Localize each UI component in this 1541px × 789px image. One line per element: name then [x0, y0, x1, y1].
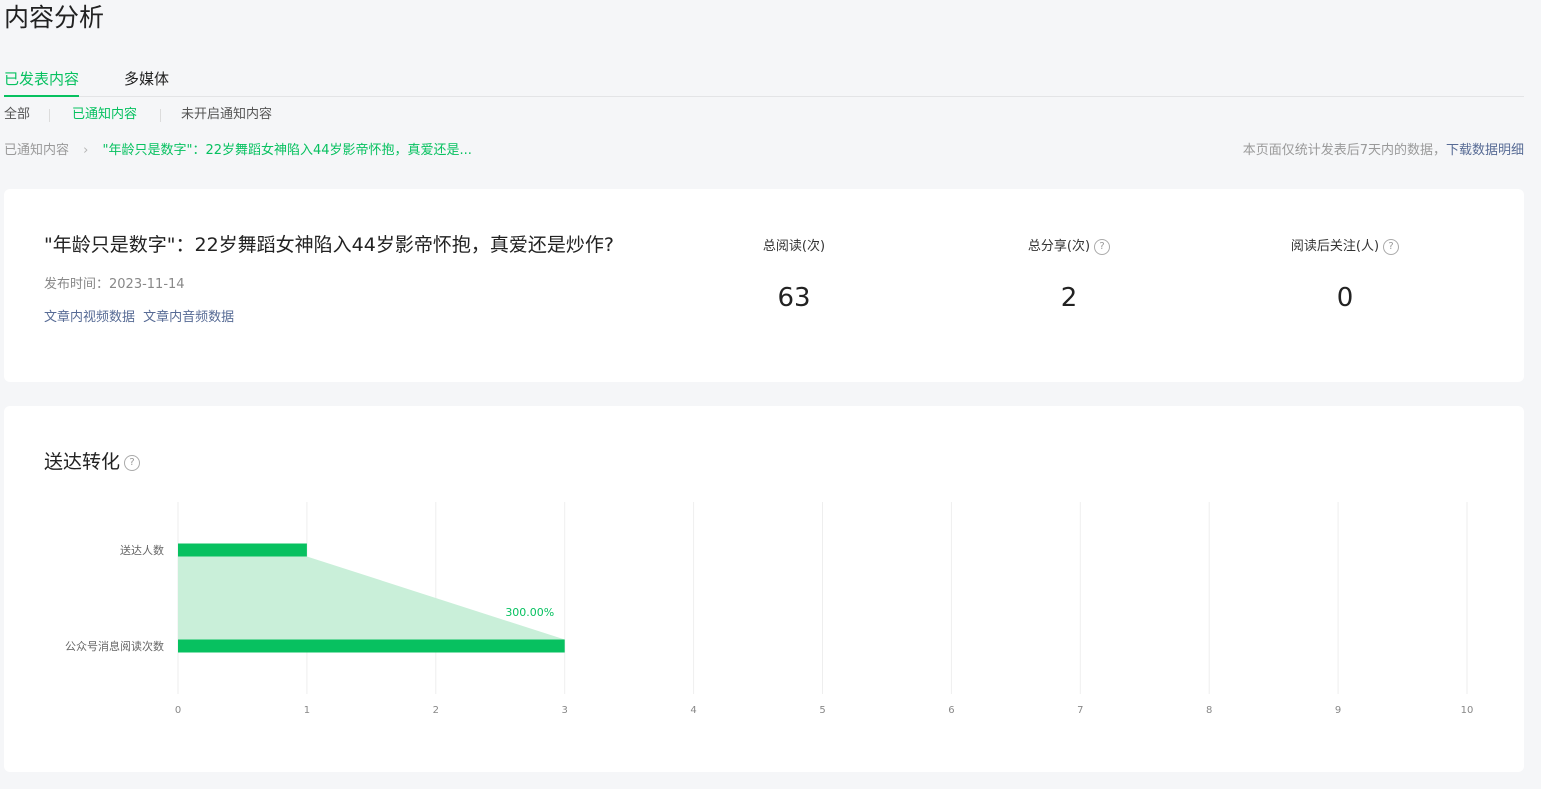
- bar: [178, 639, 565, 653]
- article-media-links: 文章内视频数据 文章内音频数据: [44, 306, 238, 325]
- conversion-rate-label: 300.00%: [505, 606, 554, 619]
- conversion-area: [178, 556, 565, 640]
- main-tabs: 已发表内容 多媒体: [4, 64, 1524, 97]
- page-title: 内容分析: [4, 3, 105, 32]
- tab-published[interactable]: 已发表内容: [4, 68, 80, 97]
- stat-value: 2: [1060, 283, 1078, 313]
- subtab-notified[interactable]: 已通知内容: [72, 105, 137, 125]
- conversion-chart: 0 1 2 3 4 5 6 7 8 9 10 送达人数公众号消息阅读次数 300.00%: [65, 502, 1474, 716]
- article-title: "年龄只是数字"：22岁舞蹈女神陷入44岁影帝怀抱，真爱还是炒作?: [44, 234, 614, 256]
- stat-total-reads: 总阅读(次) 63: [684, 237, 904, 315]
- stat-value: 63: [777, 283, 811, 313]
- article-summary-card: "年龄只是数字"：22岁舞蹈女神陷入44岁影帝怀抱，真爱还是炒作? 发布时间：2…: [4, 189, 1524, 382]
- x-tick-label: 0: [175, 705, 181, 716]
- x-tick-label: 5: [819, 705, 825, 716]
- stat-follows-after-read: 阅读后关注(人)? 0: [1235, 237, 1455, 315]
- subtab-not-notified[interactable]: 未开启通知内容: [181, 105, 272, 125]
- bar: [178, 543, 307, 557]
- help-icon[interactable]: ?: [1094, 238, 1111, 255]
- subtab-divider: [160, 109, 161, 122]
- stat-label: 总阅读(次): [762, 239, 826, 254]
- x-tick-label: 7: [1077, 705, 1083, 716]
- breadcrumb: 已通知内容 › "年龄只是数字"：22岁舞蹈女神陷入44岁影帝怀抱，真爱还是..…: [4, 141, 472, 161]
- x-tick-label: 9: [1335, 705, 1341, 716]
- video-data-link[interactable]: 文章内视频数据: [44, 310, 135, 325]
- download-data-link[interactable]: 下载数据明细: [1446, 143, 1524, 158]
- x-tick-label: 6: [948, 705, 954, 716]
- breadcrumb-current: "年龄只是数字"：22岁舞蹈女神陷入44岁影帝怀抱，真爱还是...: [102, 143, 472, 158]
- stat-label: 总分享(次)?: [959, 237, 1179, 257]
- audio-data-link[interactable]: 文章内音频数据: [143, 310, 234, 325]
- x-tick-label: 1: [304, 705, 310, 716]
- data-notice: 本页面仅统计发表后7天内的数据，下载数据明细: [1243, 141, 1524, 161]
- stat-total-shares: 总分享(次)? 2: [959, 237, 1179, 315]
- publish-time: 发布时间：2023-11-14: [44, 277, 185, 292]
- category-label: 送达人数: [120, 543, 164, 557]
- stat-label: 阅读后关注(人)?: [1235, 237, 1455, 257]
- subtab-all[interactable]: 全部: [4, 105, 30, 125]
- x-tick-label: 3: [562, 705, 568, 716]
- x-tick-label: 10: [1461, 705, 1474, 716]
- help-icon[interactable]: ?: [1383, 238, 1400, 255]
- breadcrumb-parent[interactable]: 已通知内容: [4, 143, 69, 158]
- chevron-right-icon: ›: [83, 143, 89, 158]
- x-tick-label: 2: [433, 705, 439, 716]
- x-tick-label: 8: [1206, 705, 1212, 716]
- tab-multimedia[interactable]: 多媒体: [124, 68, 169, 95]
- notice-text: 本页面仅统计发表后7天内的数据，: [1242, 143, 1446, 158]
- stat-value: 0: [1336, 283, 1354, 313]
- subtab-divider: [49, 109, 50, 122]
- x-tick-label: 4: [690, 705, 696, 716]
- category-label: 公众号消息阅读次数: [65, 639, 164, 653]
- conversion-card: 送达转化? 0 1 2 3 4 5 6 7 8 9 10 送达人数 公众号消息阅读次数 300.00%: [4, 406, 1524, 772]
